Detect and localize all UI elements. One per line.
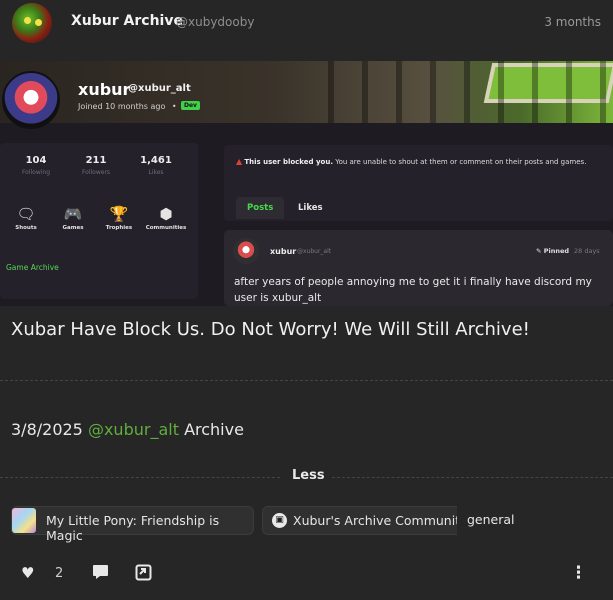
game-thumbnail	[12, 508, 36, 533]
more-options-icon[interactable]: ⋮	[570, 563, 587, 583]
tab-posts: Posts	[236, 197, 285, 219]
nav-games: 🎮 Games	[50, 205, 96, 231]
game-tag-label: My Little Pony: Friendship is Magic	[46, 513, 220, 543]
trophy-icon: 🏆	[109, 205, 129, 223]
blocked-notice-panel: ▲ This user blocked you. You are unable …	[224, 145, 613, 221]
post-timestamp: 3 months	[544, 15, 601, 29]
community-tag[interactable]: ▣ Xubur's Archive Community general	[262, 506, 523, 535]
profile-name: xubur	[78, 80, 131, 99]
profile-picture	[2, 71, 60, 129]
channel-tag[interactable]: general	[457, 506, 523, 535]
dev-badge: Dev	[181, 101, 200, 110]
dashed-divider-left	[0, 477, 280, 478]
user-mention-link[interactable]: @xubur_alt	[88, 420, 179, 439]
post-date: 3/8/2025	[11, 420, 83, 439]
nav-label: Shouts	[15, 225, 37, 231]
blocked-notice-bold: This user blocked you.	[244, 158, 333, 166]
nav-trophies: 🏆 Trophies	[96, 205, 142, 231]
joined-separator: •	[171, 102, 177, 111]
author-avatar[interactable]	[12, 3, 52, 43]
post-actions-bar: ♥ 2 ⋮	[0, 560, 613, 590]
avatar-eye-left	[24, 17, 31, 24]
heart-icon[interactable]: ♥	[21, 564, 34, 582]
dashed-divider-right	[332, 477, 613, 478]
stat-label: Following	[21, 169, 51, 176]
post-avatar	[233, 238, 259, 264]
stat-value: 1,461	[140, 155, 172, 166]
community-icon: ▣	[272, 513, 287, 528]
embedded-screenshot[interactable]: xubur @xubur_alt Joined 10 months ago • …	[0, 61, 613, 306]
post-username: xubur	[270, 247, 297, 256]
stat-likes: 1,461 Likes	[136, 155, 176, 176]
post-headline: Xubar Have Block Us. Do Not Worry! We Wi…	[11, 319, 530, 340]
author-name[interactable]: Xubur Archive	[71, 13, 183, 29]
nav-communities: ⬢ Communities	[143, 205, 189, 231]
nav-label: Trophies	[105, 225, 133, 231]
share-icon[interactable]	[135, 564, 152, 585]
blocked-notice: ▲ This user blocked you. You are unable …	[236, 157, 586, 166]
blocked-notice-rest: You are unable to shout at them or comme…	[335, 158, 587, 166]
post-body: after years of people annoying me to get…	[234, 276, 592, 304]
stat-label: Likes	[148, 169, 164, 176]
author-handle[interactable]: @xubydooby	[176, 15, 254, 29]
nav-label: Communities	[145, 225, 187, 231]
pinned-post-card: xubur @xubur_alt ✎ Pinned 28 days after …	[224, 230, 613, 306]
like-count: 2	[55, 566, 64, 581]
pinned-label: ✎ Pinned	[536, 247, 569, 255]
dots-grid-icon: ⬢	[159, 205, 173, 223]
profile-joined: Joined 10 months ago •	[78, 102, 177, 111]
share-svg	[135, 564, 152, 581]
post-age: 28 days	[574, 247, 600, 255]
nav-label: Games	[62, 225, 84, 231]
stat-followers: 211 Followers	[76, 155, 116, 176]
speech-bubble-icon: 🗨	[16, 205, 36, 223]
community-tag-label: Xubur's Archive Community	[293, 513, 468, 528]
pin-icon: ✎	[536, 247, 542, 255]
banner-bars-art	[300, 61, 613, 123]
post-handle: @xubur_alt	[297, 248, 332, 255]
profile-stats-panel: 104 Following 211 Followers 1,461 Likes …	[0, 143, 198, 299]
date-line-suffix: Archive	[184, 420, 244, 439]
comment-icon[interactable]	[92, 564, 109, 584]
comment-bubble-svg	[93, 565, 108, 579]
avatar-eye-right	[35, 19, 42, 26]
collapse-row: Less	[0, 466, 613, 486]
show-less-button[interactable]: Less	[292, 468, 325, 483]
warning-icon: ▲	[236, 157, 243, 166]
post-header: Xubur Archive @xubydooby 3 months	[0, 0, 613, 46]
post-date-line: 3/8/2025 @xubur_alt Archive	[11, 420, 244, 439]
stat-following: 104 Following	[16, 155, 56, 176]
joined-text: Joined 10 months ago	[78, 102, 166, 111]
game-tag[interactable]: My Little Pony: Friendship is Magic	[11, 506, 254, 543]
pinned-text: Pinned	[543, 247, 570, 255]
dashed-divider	[0, 380, 613, 381]
tab-likes: Likes	[298, 203, 323, 213]
gamepad-icon: 🎮	[63, 205, 83, 223]
nav-shouts: 🗨 Shouts	[3, 205, 49, 231]
stat-label: Followers	[81, 169, 111, 176]
stat-value: 211	[85, 155, 107, 166]
profile-handle: @xubur_alt	[128, 83, 191, 94]
stat-value: 104	[25, 155, 47, 166]
game-archive-link: Game Archive	[6, 263, 59, 272]
